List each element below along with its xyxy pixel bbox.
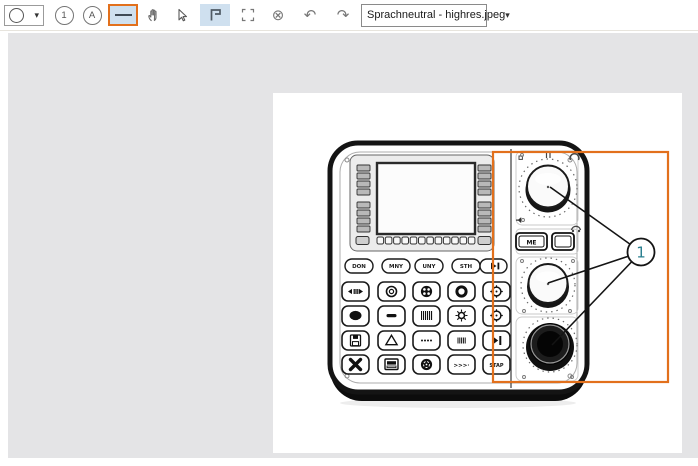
device-lcd-screen [375, 161, 477, 236]
mode-button-label: STH [460, 264, 473, 270]
fit-to-screen-button[interactable] [236, 3, 260, 27]
dash-icon [386, 314, 397, 318]
expand-icon [241, 8, 255, 22]
select-tool[interactable] [170, 3, 194, 27]
delete-annotation-button[interactable]: ⊗ [266, 3, 290, 27]
blob-icon [349, 310, 362, 321]
corner-line-style-tool[interactable] [200, 4, 230, 26]
hand-icon [148, 9, 157, 22]
stop-button-label: STAP [489, 363, 503, 369]
mode-button-label: UNY [422, 264, 436, 270]
annotated-image: DON MNY UNY STH >>>· STAP ME 1 [327, 140, 670, 408]
skip-button-label: >>>· [454, 363, 470, 369]
editor-canvas[interactable]: DON MNY UNY STH >>>· STAP ME 1 [8, 33, 698, 458]
selected-file-name: Sprachneutral - highres.jpeg [367, 9, 506, 21]
text-annotation-tool[interactable]: A [80, 3, 104, 27]
mode-button-label: MNY [389, 264, 404, 270]
annotation-callout[interactable]: 1 [626, 237, 656, 267]
redo-button[interactable]: ↷ [331, 3, 355, 27]
redo-icon: ↷ [336, 6, 350, 24]
shape-selector-dropdown[interactable]: ▾ [4, 4, 44, 26]
image-area[interactable]: DON MNY UNY STH >>>· STAP ME 1 [273, 93, 682, 453]
device-screen-module [349, 154, 495, 252]
ellipse-shape-icon [9, 7, 24, 23]
clover-knob-icon [420, 285, 433, 298]
pan-tool[interactable] [142, 3, 166, 27]
spiral-target-icon [420, 358, 433, 371]
corner-angle-icon [210, 9, 221, 21]
toolbar: ▾ 1 A ⊗ ↶ ↷ Sprachneutral - highres.jpeg… [0, 0, 698, 31]
close-circle-icon: ⊗ [271, 6, 285, 24]
image-file-selector[interactable]: Sprachneutral - highres.jpeg ▾ [361, 3, 510, 27]
undo-icon: ↶ [303, 6, 317, 24]
circled-number-icon: 1 [54, 5, 74, 25]
undo-button[interactable]: ↶ [298, 3, 322, 27]
chevron-down-icon: ▾ [34, 9, 39, 20]
chevron-down-icon: ▾ [505, 9, 510, 20]
horizontal-line-icon [114, 13, 132, 17]
cursor-arrow-icon [178, 8, 188, 22]
me-button-label: ME [526, 240, 536, 247]
mode-button-label: DON [352, 264, 366, 270]
device-illustration: DON MNY UNY STH >>>· STAP ME [327, 140, 590, 408]
line-annotation-tool[interactable] [108, 4, 138, 26]
callout-number-label: 1 [636, 244, 646, 262]
number-annotation-tool[interactable]: 1 [52, 3, 76, 27]
circled-letter-icon: A [82, 5, 102, 25]
device-blank-button [551, 232, 575, 251]
device-me-button: ME [515, 232, 548, 251]
